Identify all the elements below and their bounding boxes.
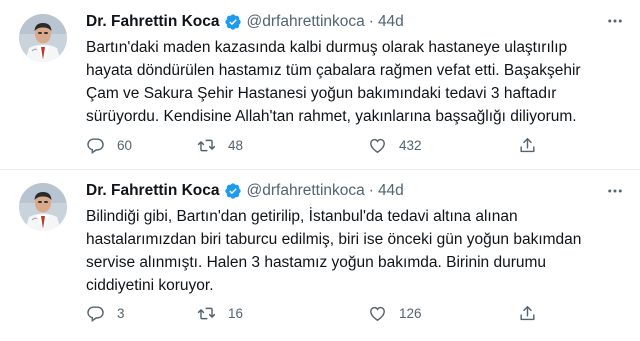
timestamp[interactable]: 44d (378, 182, 404, 200)
tweet-text-line: Bartın'daki maden kazasında kalbi durmuş… (86, 39, 568, 56)
tweet-text-line: hastalarımızdan biri taburcu edilmiş, bi… (86, 231, 582, 248)
tweet-2[interactable]: Dr. Fahrettin Koca @drfahrettinkoca · 44… (0, 170, 640, 341)
tweet-1[interactable]: Dr. Fahrettin Koca @drfahrettinkoca · 44… (0, 0, 640, 170)
verified-badge-icon (224, 182, 242, 200)
reply-icon (87, 137, 104, 154)
reply-button[interactable]: 60 (86, 134, 132, 156)
like-count: 126 (399, 305, 422, 321)
tweet-text-line: servise alınmıştı. Halen 3 hastamız yoğu… (86, 254, 547, 271)
like-button[interactable]: 432 (368, 134, 422, 156)
tweet-actions: 60 48 432 (86, 134, 556, 156)
tweet-text-line: hayata döndürülen hastamız tüm çabalara … (86, 62, 581, 79)
like-icon (370, 306, 385, 321)
reply-button[interactable]: 3 (86, 302, 125, 324)
share-icon (520, 305, 535, 320)
verified-badge-icon (224, 13, 242, 31)
reply-count: 60 (117, 137, 133, 153)
reply-icon (87, 305, 104, 322)
tweet-text-line: Bilindiği gibi, Bartın'dan getirilip, İs… (86, 208, 518, 225)
tweet-header: Dr. Fahrettin Koca @drfahrettinkoca · 44… (86, 181, 404, 201)
author-handle[interactable]: @drfahrettinkoca (247, 13, 365, 31)
tweet-text: Bartın'daki maden kazasında kalbi durmuş… (86, 36, 616, 128)
tweet-text: Bilindiği gibi, Bartın'dan getirilip, İs… (86, 205, 616, 297)
more-options-icon[interactable] (600, 8, 630, 34)
like-count: 432 (399, 137, 422, 153)
more-options-icon[interactable] (600, 178, 630, 204)
share-button[interactable] (518, 302, 549, 324)
retweet-button[interactable]: 48 (197, 134, 243, 156)
tweet-text-line: Çam ve Sakura Şehir Hastanesi yoğun bakı… (86, 85, 557, 102)
retweet-button[interactable]: 16 (197, 302, 243, 324)
share-button[interactable] (518, 134, 549, 156)
author-name[interactable]: Dr. Fahrettin Koca (86, 182, 220, 200)
tweet-header: Dr. Fahrettin Koca @drfahrettinkoca · 44… (86, 12, 404, 32)
retweet-count: 16 (228, 305, 244, 321)
tweet-text-line: sürüyordu. Kendisine Allah'tan rahmet, y… (86, 108, 577, 125)
timestamp[interactable]: 44d (378, 13, 404, 31)
avatar[interactable] (19, 14, 67, 62)
author-handle[interactable]: @drfahrettinkoca (247, 182, 365, 200)
separator-dot: · (368, 182, 374, 199)
retweet-count: 48 (228, 137, 244, 153)
tweet-text-line: ciddiyetini koruyor. (86, 277, 214, 294)
retweet-icon (197, 307, 216, 319)
separator-dot: · (368, 13, 374, 30)
retweet-icon (197, 139, 216, 151)
author-name[interactable]: Dr. Fahrettin Koca (86, 13, 220, 31)
share-icon (520, 137, 535, 152)
reply-count: 3 (117, 305, 125, 321)
tweet-actions: 3 16 126 (86, 302, 556, 324)
like-icon (370, 138, 385, 153)
avatar[interactable] (19, 183, 67, 231)
like-button[interactable]: 126 (368, 302, 422, 324)
